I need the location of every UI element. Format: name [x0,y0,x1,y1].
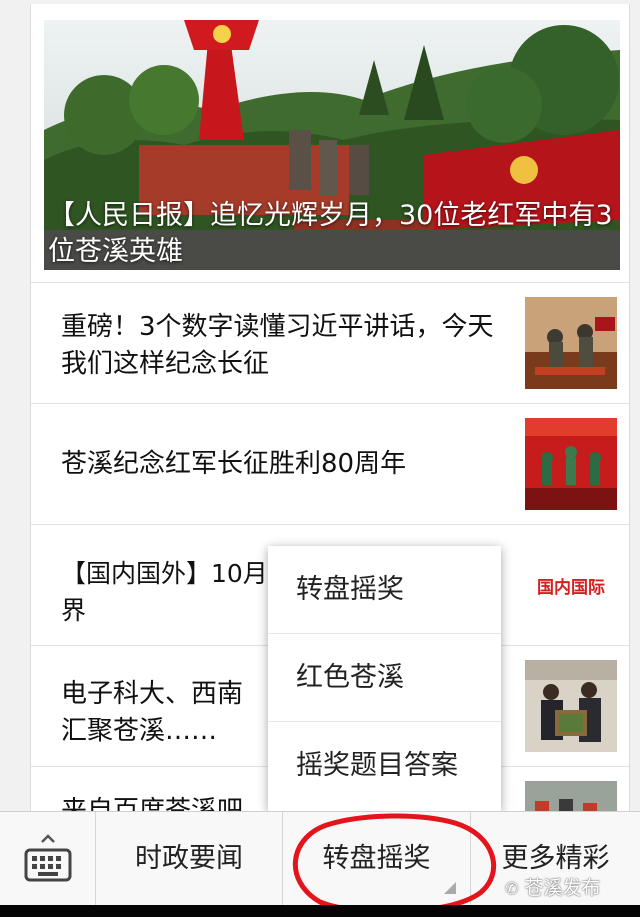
tab-politics-news[interactable]: 时政要闻 [96,812,283,906]
submenu-indicator-icon [444,882,456,894]
wechat-icon: ✆ [505,879,519,898]
historical-painting-photo [525,297,617,389]
news-category-thumb: 国内国际 [525,539,617,631]
award-ceremony-photo [525,660,617,752]
article-title: 苍溪纪念红军长征胜利80周年 [61,449,407,479]
article-title-line1: 电子科大、西南 [61,679,244,709]
stage-performance-photo [525,418,617,510]
wechat-article-page: 【人民日报】追忆光辉岁月，30位老红军中有3位苍溪英雄 重磅！3个数字读懂习近平… [0,0,640,917]
list-item[interactable]: 苍溪纪念红军长征胜利80周年 [31,403,629,524]
watermark-text: 苍溪发布 [524,877,601,899]
article-title: 重磅！3个数字读懂习近平讲话，今天我们这样纪念长征 [61,312,494,379]
list-item[interactable]: 重磅！3个数字读懂习近平讲话，今天我们这样纪念长征 [31,282,629,403]
article-title-line2: 界 [61,596,87,625]
popup-menu: 转盘摇奖 红色苍溪 摇奖题目答案 [268,546,501,811]
hero-article[interactable]: 【人民日报】追忆光辉岁月，30位老红军中有3位苍溪英雄 [44,20,620,270]
wechat-watermark: ✆ 苍溪发布 [505,873,600,900]
keyboard-toggle-button[interactable] [0,812,96,906]
article-title-line1: 【国内国外】10月2 [61,559,284,588]
menu-item-lottery[interactable]: 转盘摇奖 [268,546,501,634]
hero-title: 【人民日报】追忆光辉岁月，30位老红军中有3位苍溪英雄 [48,200,613,267]
article-title-line2: 汇聚苍溪…… [61,716,218,746]
menu-item-lottery-answers[interactable]: 摇奖题目答案 [268,722,501,810]
keyboard-icon [24,834,72,882]
outdoor-people-photo [525,781,617,814]
thumb-label: 国内国际 [537,577,605,598]
tab-lottery[interactable]: 转盘摇奖 [283,812,471,906]
menu-item-red-cangxi[interactable]: 红色苍溪 [268,634,501,722]
tab-lottery-label: 转盘摇奖 [322,843,431,874]
system-navigation-bar [0,905,640,917]
